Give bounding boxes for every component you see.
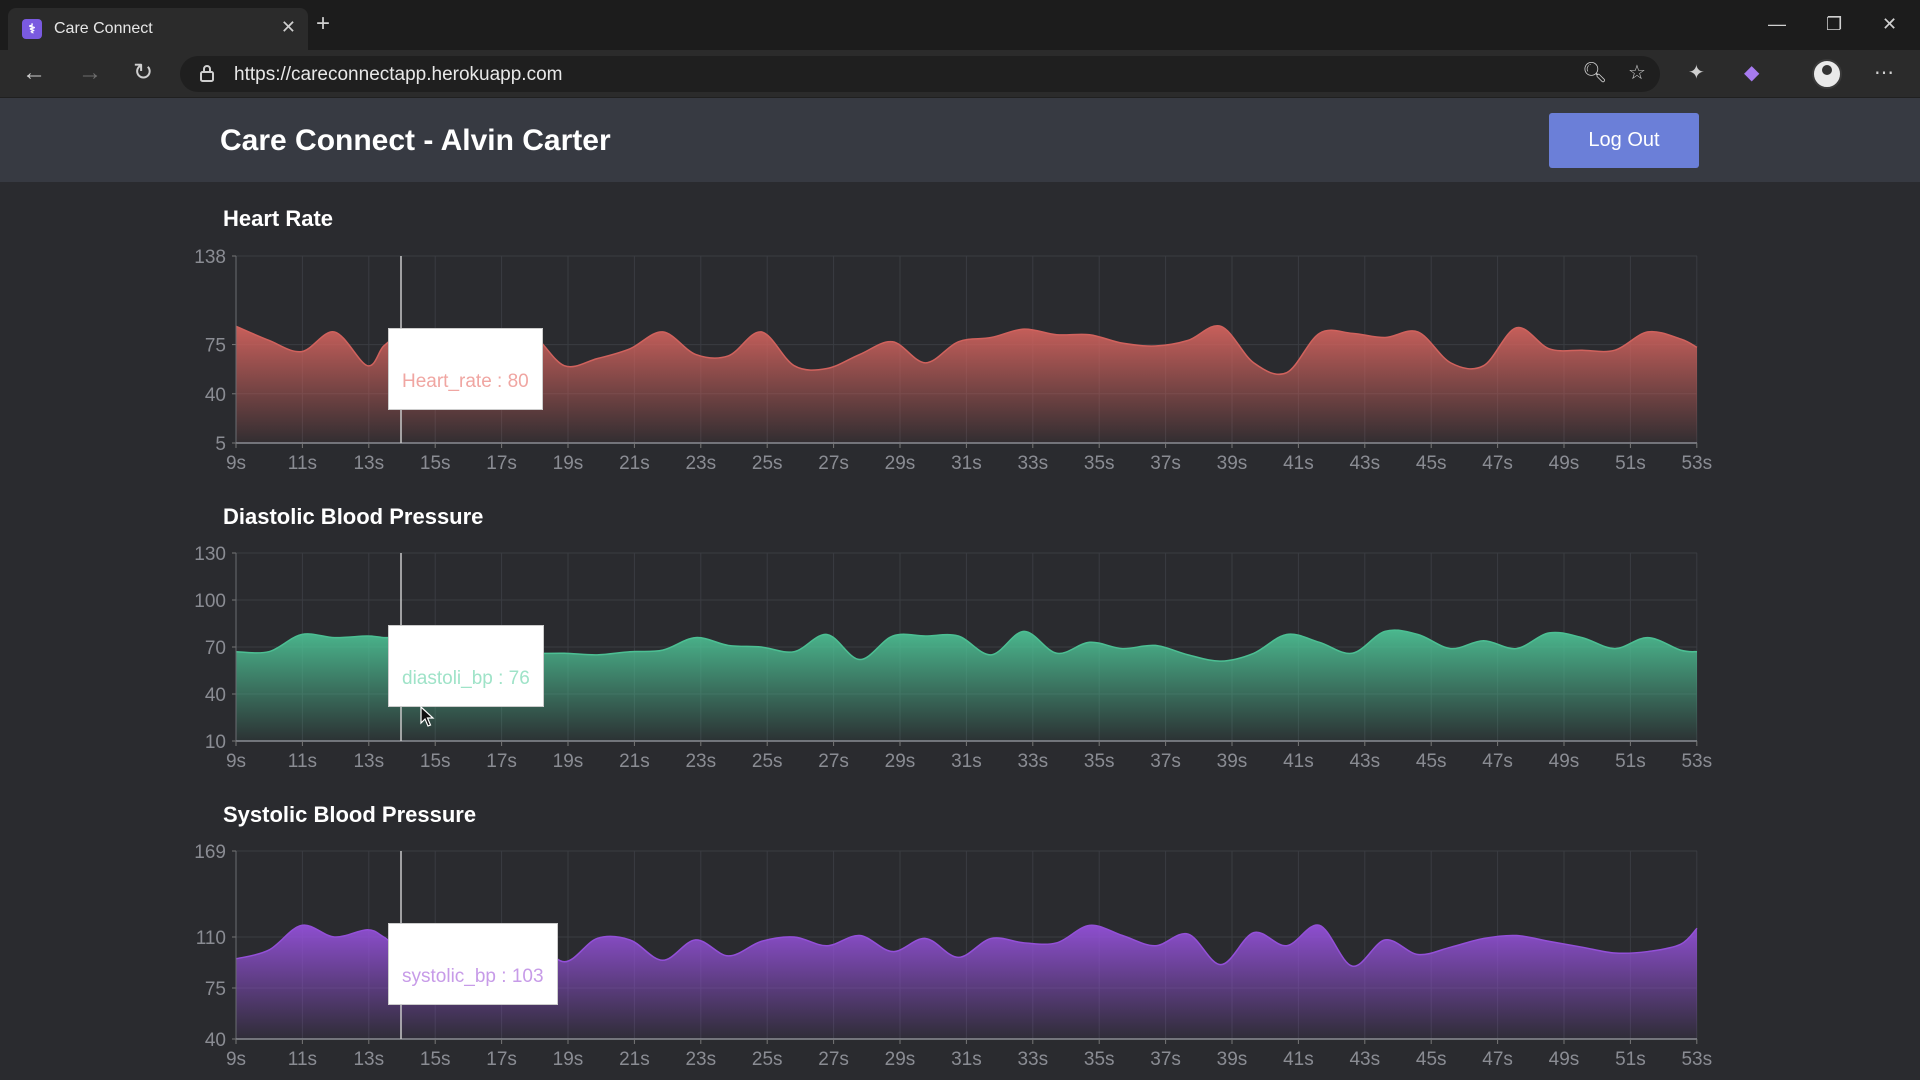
- y-tick-label: 169: [194, 842, 226, 863]
- x-tick-label: 15s: [420, 1049, 451, 1070]
- y-tick-label: 110: [196, 928, 226, 949]
- mouse-cursor-icon: [420, 706, 435, 727]
- x-tick-label: 49s: [1549, 1049, 1580, 1070]
- x-tick-label: 47s: [1482, 1049, 1513, 1070]
- x-tick-label: 37s: [1150, 1049, 1181, 1070]
- systolic-bp-tooltip: systolic_bp : 103: [388, 923, 558, 1005]
- x-tick-label: 51s: [1615, 1049, 1646, 1070]
- x-tick-label: 9s: [226, 1049, 246, 1070]
- x-tick-label: 43s: [1349, 1049, 1380, 1070]
- x-tick-label: 23s: [685, 1049, 716, 1070]
- x-tick-label: 29s: [885, 1049, 916, 1070]
- x-tick-label: 11s: [288, 1049, 317, 1070]
- x-tick-label: 25s: [752, 1049, 783, 1070]
- x-tick-label: 39s: [1217, 1049, 1248, 1070]
- x-tick-label: 19s: [553, 1049, 584, 1070]
- y-tick-label: 75: [205, 979, 226, 1000]
- x-tick-label: 33s: [1017, 1049, 1048, 1070]
- x-tick-label: 53s: [1681, 1049, 1712, 1070]
- y-tick-label: 40: [205, 1030, 226, 1051]
- x-tick-label: 27s: [818, 1049, 849, 1070]
- x-tick-label: 13s: [353, 1049, 384, 1070]
- x-tick-label: 21s: [619, 1049, 650, 1070]
- x-tick-label: 45s: [1416, 1049, 1447, 1070]
- x-tick-label: 31s: [951, 1049, 982, 1070]
- x-tick-label: 41s: [1283, 1049, 1314, 1070]
- x-tick-label: 17s: [486, 1049, 517, 1070]
- x-tick-label: 35s: [1084, 1049, 1115, 1070]
- systolic-bp-chart[interactable]: 40 75 110 169 9s 11s 13s 15s 17s 19s 21s 23s 25s 27s 2…: [0, 0, 1920, 1080]
